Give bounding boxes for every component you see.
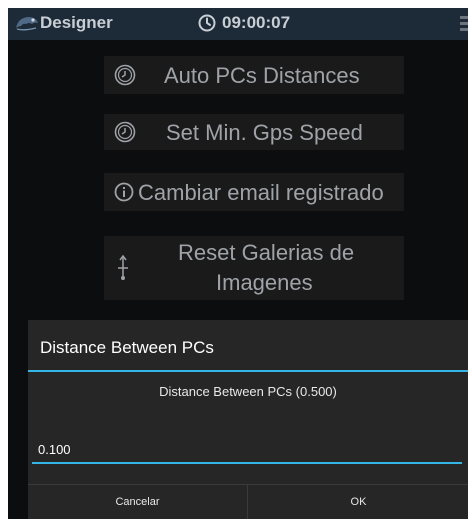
overflow-menu-icon[interactable]: [460, 16, 468, 32]
set-min-gps-speed-button[interactable]: Set Min. Gps Speed: [104, 114, 404, 150]
dialog-title: Distance Between PCs: [40, 338, 214, 357]
reset-galerias-label-line1: Reset Galerias de: [178, 240, 355, 265]
clock-time: 09:00:07: [222, 13, 291, 32]
chameleon-logo-icon[interactable]: [14, 14, 40, 32]
dialog-title-divider: [28, 370, 468, 372]
ok-button[interactable]: OK: [249, 485, 468, 519]
reset-arrows-icon: [118, 254, 128, 280]
app-screen: Designer 09:00:07 Auto PCs Distances Set…: [8, 8, 468, 519]
auto-pcs-distances-button[interactable]: Auto PCs Distances: [104, 56, 404, 94]
button-divider: [247, 485, 248, 519]
cambiar-email-button[interactable]: Cambiar email registrado: [104, 173, 404, 211]
cancel-button[interactable]: Cancelar: [28, 485, 247, 519]
dialog-button-row: Cancelar OK: [28, 484, 468, 519]
clock-icon: [114, 121, 136, 143]
action-bar: Designer 09:00:07: [8, 8, 468, 40]
distance-input[interactable]: 0.100: [38, 442, 218, 462]
info-icon: [114, 182, 134, 202]
input-underline: [32, 462, 462, 464]
auto-pcs-distances-label: Auto PCs Distances: [164, 63, 360, 88]
dialog-message: Distance Between PCs (0.500): [159, 384, 337, 399]
clock-icon: [114, 64, 136, 86]
distance-dialog: Distance Between PCs Distance Between PC…: [28, 320, 468, 519]
cambiar-email-label: Cambiar email registrado: [138, 180, 384, 205]
app-title: Designer: [40, 13, 113, 32]
reset-galerias-button[interactable]: Reset Galerias de Imagenes: [104, 236, 404, 300]
reset-galerias-label-line2: Imagenes: [216, 270, 313, 295]
clock-icon: [198, 14, 216, 32]
set-min-gps-speed-label: Set Min. Gps Speed: [166, 120, 363, 145]
